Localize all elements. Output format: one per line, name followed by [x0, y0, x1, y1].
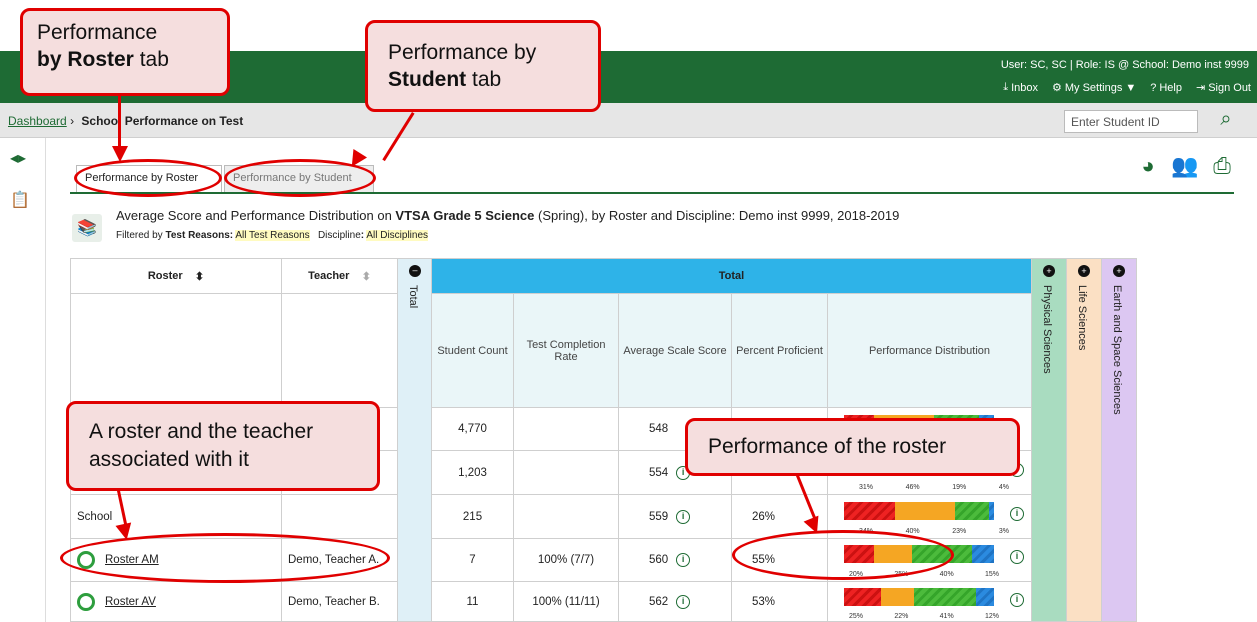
- page-title: School Performance on Test: [81, 114, 244, 128]
- left-rail: ◂▸ 📋: [0, 138, 46, 622]
- performance-distribution-header: Performance Distribution: [827, 293, 1032, 408]
- clipboard-icon[interactable]: 📋: [10, 190, 30, 210]
- highlight-roster-tab: [74, 159, 222, 197]
- header-nav: ⤓ Inbox ⚙ My Settings ▼ ? Help ⇥ Sign Out: [1003, 81, 1251, 94]
- distribution-labels: 31% 46% 19% 4%: [859, 484, 1009, 491]
- student-count-header[interactable]: Student Count: [431, 293, 514, 408]
- highlight-performance: [732, 530, 954, 580]
- total-collapse-column: – Total: [397, 258, 432, 622]
- teacher-header-filler: [281, 293, 398, 408]
- info-icon[interactable]: i: [676, 594, 691, 609]
- sign-out-link[interactable]: ⇥ Sign Out: [1195, 81, 1251, 95]
- sort-icon: ⬍: [361, 270, 371, 283]
- completion-cell: [513, 407, 619, 451]
- highlight-roster-row: [60, 533, 390, 583]
- student-count-cell: 11: [431, 581, 514, 622]
- student-count-cell: 4,770: [431, 407, 514, 451]
- breadcrumb: Dashboard › School Performance on Test: [8, 114, 243, 128]
- tab-underline: [70, 192, 1234, 194]
- student-count-cell: 215: [431, 494, 514, 539]
- roster-cell: School: [70, 494, 282, 539]
- average-scale-score-header[interactable]: Average Scale Score: [618, 293, 732, 408]
- people-icon[interactable]: 👥: [1170, 153, 1200, 183]
- completion-cell: [513, 450, 619, 495]
- total-vertical-label: Total: [407, 285, 419, 309]
- book-icon: 📚: [72, 214, 102, 242]
- info-icon[interactable]: i: [676, 509, 691, 524]
- my-settings-menu[interactable]: ⚙ My Settings ▼: [1051, 81, 1137, 95]
- completion-cell: [513, 494, 619, 539]
- distribution-bar: [844, 588, 994, 606]
- gear-icon: ⚙: [1051, 82, 1062, 94]
- avg-score-cell: 559 i: [618, 494, 732, 539]
- pie-chart-icon[interactable]: ◕: [1133, 153, 1163, 183]
- user-info: User: SC, SC | Role: IS @ School: Demo i…: [1000, 59, 1249, 71]
- roster-column-header[interactable]: Roster ⬍: [70, 258, 282, 294]
- arrowhead: [115, 522, 135, 542]
- filter-summary: Filtered by Test Reasons: All Test Reaso…: [116, 230, 429, 241]
- breadcrumb-bar: Dashboard › School Performance on Test E…: [0, 103, 1257, 138]
- teacher-cell: Demo, Teacher B.: [281, 581, 398, 622]
- arrowhead: [112, 146, 128, 162]
- inbox-link[interactable]: ⤓ Inbox: [1003, 81, 1038, 94]
- student-id-input[interactable]: Enter Student ID: [1064, 110, 1198, 133]
- student-count-cell: 1,203: [431, 450, 514, 495]
- teacher-column-header[interactable]: Teacher ⬍: [281, 258, 398, 294]
- physical-sciences-column: + Physical Sciences: [1031, 258, 1067, 622]
- sign-out-icon: ⇥: [1195, 82, 1206, 94]
- help-icon: ?: [1150, 81, 1157, 94]
- chevron-down-icon: ▼: [1125, 81, 1137, 94]
- roster-cell: Roster AV: [70, 581, 282, 622]
- dashboard-link[interactable]: Dashboard: [8, 114, 67, 128]
- chevron-right-icon: ›: [70, 114, 78, 128]
- completion-cell: 100% (7/7): [513, 538, 619, 582]
- arrow: [118, 96, 121, 148]
- percent-proficient-cell: 53%: [731, 581, 828, 622]
- completion-cell: 100% (11/11): [513, 581, 619, 622]
- teacher-cell: [281, 494, 398, 539]
- avg-score-cell: 560 i: [618, 538, 732, 582]
- callout-performance: Performance of the roster: [685, 418, 1020, 476]
- callout-roster-tab: Performance by Roster tab: [20, 8, 230, 96]
- total-group-header: Total: [431, 258, 1032, 294]
- sort-icon: ⬍: [194, 270, 205, 283]
- avg-score-cell: 562 i: [618, 581, 732, 622]
- roster-link[interactable]: Roster AV: [105, 596, 156, 608]
- completion-rate-header[interactable]: Test Completion Rate: [513, 293, 619, 408]
- info-icon[interactable]: i: [1010, 546, 1024, 564]
- search-icon: ⌕: [1220, 108, 1232, 130]
- help-link[interactable]: ? Help: [1150, 82, 1182, 94]
- callout-roster-teacher: A roster and the teacher associated with…: [66, 401, 380, 491]
- report-description: Average Score and Performance Distributi…: [116, 208, 900, 223]
- life-sciences-column: + Life Sciences: [1066, 258, 1102, 622]
- earth-space-sciences-column: + Earth and Space Sciences: [1101, 258, 1137, 622]
- roster-header-filler: [70, 293, 282, 408]
- print-icon[interactable]: ⎙: [1207, 153, 1237, 183]
- distribution-labels: 25% 22% 41% 12%: [849, 613, 999, 620]
- search-button[interactable]: ⌕: [1200, 108, 1252, 135]
- percent-proficient-header: Percent Proficient: [731, 293, 828, 408]
- student-count-cell: 7: [431, 538, 514, 582]
- info-icon[interactable]: i: [1010, 503, 1024, 521]
- info-icon[interactable]: i: [676, 553, 691, 567]
- expand-collapse-icon[interactable]: ◂▸: [10, 148, 26, 168]
- magnifier-icon[interactable]: [77, 592, 95, 611]
- info-icon[interactable]: i: [1010, 589, 1024, 607]
- download-icon: ⤓: [1003, 81, 1009, 93]
- callout-student-tab: Performance by Student tab: [365, 20, 601, 112]
- distribution-bar: [844, 502, 994, 520]
